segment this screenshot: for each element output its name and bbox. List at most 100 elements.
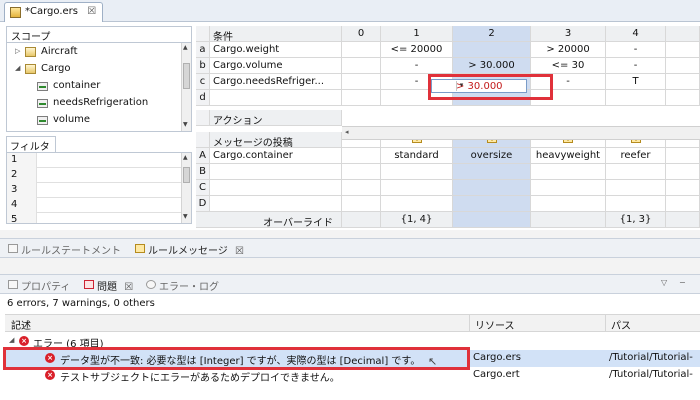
override-cell[interactable]: [666, 212, 700, 228]
condition-cell[interactable]: [342, 58, 381, 74]
tab-problems[interactable]: 問題 ☒: [82, 278, 133, 293]
rule-column-header-3[interactable]: 3: [531, 26, 606, 42]
condition-cell[interactable]: [666, 58, 700, 74]
column-divider[interactable]: [605, 315, 606, 332]
action-cell[interactable]: [381, 180, 453, 196]
action-cell[interactable]: [606, 164, 666, 180]
scroll-up-icon[interactable]: ▲: [183, 154, 188, 161]
action-cell[interactable]: [342, 196, 381, 212]
action-cell[interactable]: reefer: [606, 148, 666, 164]
condition-expression[interactable]: Cargo.weight: [210, 42, 342, 58]
condition-cell[interactable]: -: [381, 58, 453, 74]
scope-vertical-scrollbar[interactable]: ▲ ▼: [181, 43, 191, 131]
action-cell[interactable]: standard: [381, 148, 453, 164]
action-cell[interactable]: [666, 196, 700, 212]
scroll-down-icon[interactable]: ▼: [183, 213, 188, 220]
tab-error-log[interactable]: エラー・ログ: [144, 278, 219, 293]
close-icon[interactable]: ☒: [235, 246, 244, 257]
tab-properties[interactable]: プロパティ: [6, 278, 70, 293]
condition-expression[interactable]: Cargo.volume: [210, 58, 342, 74]
condition-cell[interactable]: [666, 74, 700, 90]
scroll-thumb[interactable]: [183, 63, 190, 89]
action-cell[interactable]: [342, 180, 381, 196]
override-cell[interactable]: [531, 212, 606, 228]
action-cell[interactable]: [531, 164, 606, 180]
tab-rule-messages[interactable]: ルールメッセージ ☒: [133, 242, 244, 257]
action-expression[interactable]: [210, 180, 342, 196]
action-expression[interactable]: [210, 196, 342, 212]
condition-expression[interactable]: [210, 90, 342, 106]
scroll-thumb[interactable]: [183, 167, 190, 183]
action-expression[interactable]: Cargo.container: [210, 148, 342, 164]
condition-cell[interactable]: [666, 42, 700, 58]
condition-cell[interactable]: [453, 42, 531, 58]
expand-icon[interactable]: ▷: [15, 47, 20, 55]
override-cell[interactable]: {1, 3}: [606, 212, 666, 228]
condition-cell[interactable]: [342, 42, 381, 58]
action-cell[interactable]: [453, 164, 531, 180]
action-cell[interactable]: [531, 180, 606, 196]
filter-row[interactable]: 2: [7, 168, 183, 183]
condition-cell[interactable]: > 30.000: [453, 58, 531, 74]
scroll-down-icon[interactable]: ▼: [183, 121, 188, 128]
expand-icon[interactable]: ◢: [9, 336, 14, 344]
rule-column-header-1[interactable]: 1: [381, 26, 453, 42]
action-cell[interactable]: [531, 196, 606, 212]
minimize-icon[interactable]: −: [679, 278, 686, 287]
override-cell[interactable]: [453, 212, 531, 228]
override-cell[interactable]: [342, 212, 381, 228]
rule-column-header-2[interactable]: 2: [453, 26, 531, 42]
condition-cell[interactable]: <= 20000: [381, 42, 453, 58]
filter-table[interactable]: 12345 ▲ ▼: [6, 152, 192, 224]
condition-cell[interactable]: -: [531, 74, 606, 90]
close-icon[interactable]: ☒: [87, 6, 96, 17]
action-cell[interactable]: [342, 164, 381, 180]
action-cell[interactable]: [606, 196, 666, 212]
column-description[interactable]: 記述: [11, 317, 31, 332]
condition-cell[interactable]: > 20000: [531, 42, 606, 58]
expand-icon[interactable]: ◢: [15, 64, 20, 72]
action-cell[interactable]: oversize: [453, 148, 531, 164]
action-cell[interactable]: [342, 148, 381, 164]
condition-cell[interactable]: <= 30: [531, 58, 606, 74]
action-cell[interactable]: [666, 180, 700, 196]
action-cell[interactable]: [666, 148, 700, 164]
action-cell[interactable]: heavyweight: [531, 148, 606, 164]
filter-vertical-scrollbar[interactable]: ▲ ▼: [181, 153, 191, 223]
column-resource[interactable]: リソース: [475, 317, 515, 332]
condition-cell[interactable]: -: [606, 58, 666, 74]
view-menu-icon[interactable]: ▽: [661, 278, 667, 287]
editor-tab-cargo-ers[interactable]: *Cargo.ers ☒: [4, 2, 104, 22]
scroll-up-icon[interactable]: ▲: [183, 44, 188, 51]
override-cell[interactable]: {1, 4}: [381, 212, 453, 228]
condition-cell[interactable]: -: [606, 42, 666, 58]
condition-cell[interactable]: [666, 90, 700, 106]
filter-row[interactable]: 4: [7, 198, 183, 213]
scope-tree[interactable]: ▷ Aircraft ◢ Cargo container needsRefrigerati…: [6, 42, 192, 132]
action-cell[interactable]: [381, 164, 453, 180]
tab-rule-statements[interactable]: ルールステートメント: [6, 242, 121, 257]
rule-column-header-4[interactable]: 4: [606, 26, 666, 42]
filter-row[interactable]: 1: [7, 153, 183, 168]
condition-cell[interactable]: [342, 90, 381, 106]
action-cell[interactable]: [606, 180, 666, 196]
column-path[interactable]: パス: [611, 317, 631, 332]
volume-condition-dropdown[interactable]: > 30.000 ▾: [431, 79, 527, 93]
condition-cell[interactable]: [342, 74, 381, 90]
filter-row[interactable]: 5: [7, 213, 183, 223]
condition-cell[interactable]: [606, 90, 666, 106]
action-expression[interactable]: [210, 164, 342, 180]
problem-row[interactable]: × データ型が不一致: 必要な型は [Integer] ですが、実際の型は [D…: [5, 350, 700, 367]
condition-cell[interactable]: [531, 90, 606, 106]
problem-group-errors[interactable]: ◢ × エラー (6 項目): [5, 333, 700, 350]
close-icon[interactable]: ☒: [124, 282, 133, 293]
action-cell[interactable]: [666, 164, 700, 180]
column-divider[interactable]: [469, 315, 470, 332]
rule-column-header-0[interactable]: 0: [342, 26, 381, 42]
action-cell[interactable]: [453, 196, 531, 212]
condition-expression[interactable]: Cargo.needsRefriger...: [210, 74, 342, 90]
condition-cell[interactable]: T: [606, 74, 666, 90]
problem-row[interactable]: × テストサブジェクトにエラーがあるためデプロイできません。 Cargo.ert…: [5, 367, 700, 384]
chevron-down-icon[interactable]: ▾: [456, 81, 466, 91]
filter-row[interactable]: 3: [7, 183, 183, 198]
